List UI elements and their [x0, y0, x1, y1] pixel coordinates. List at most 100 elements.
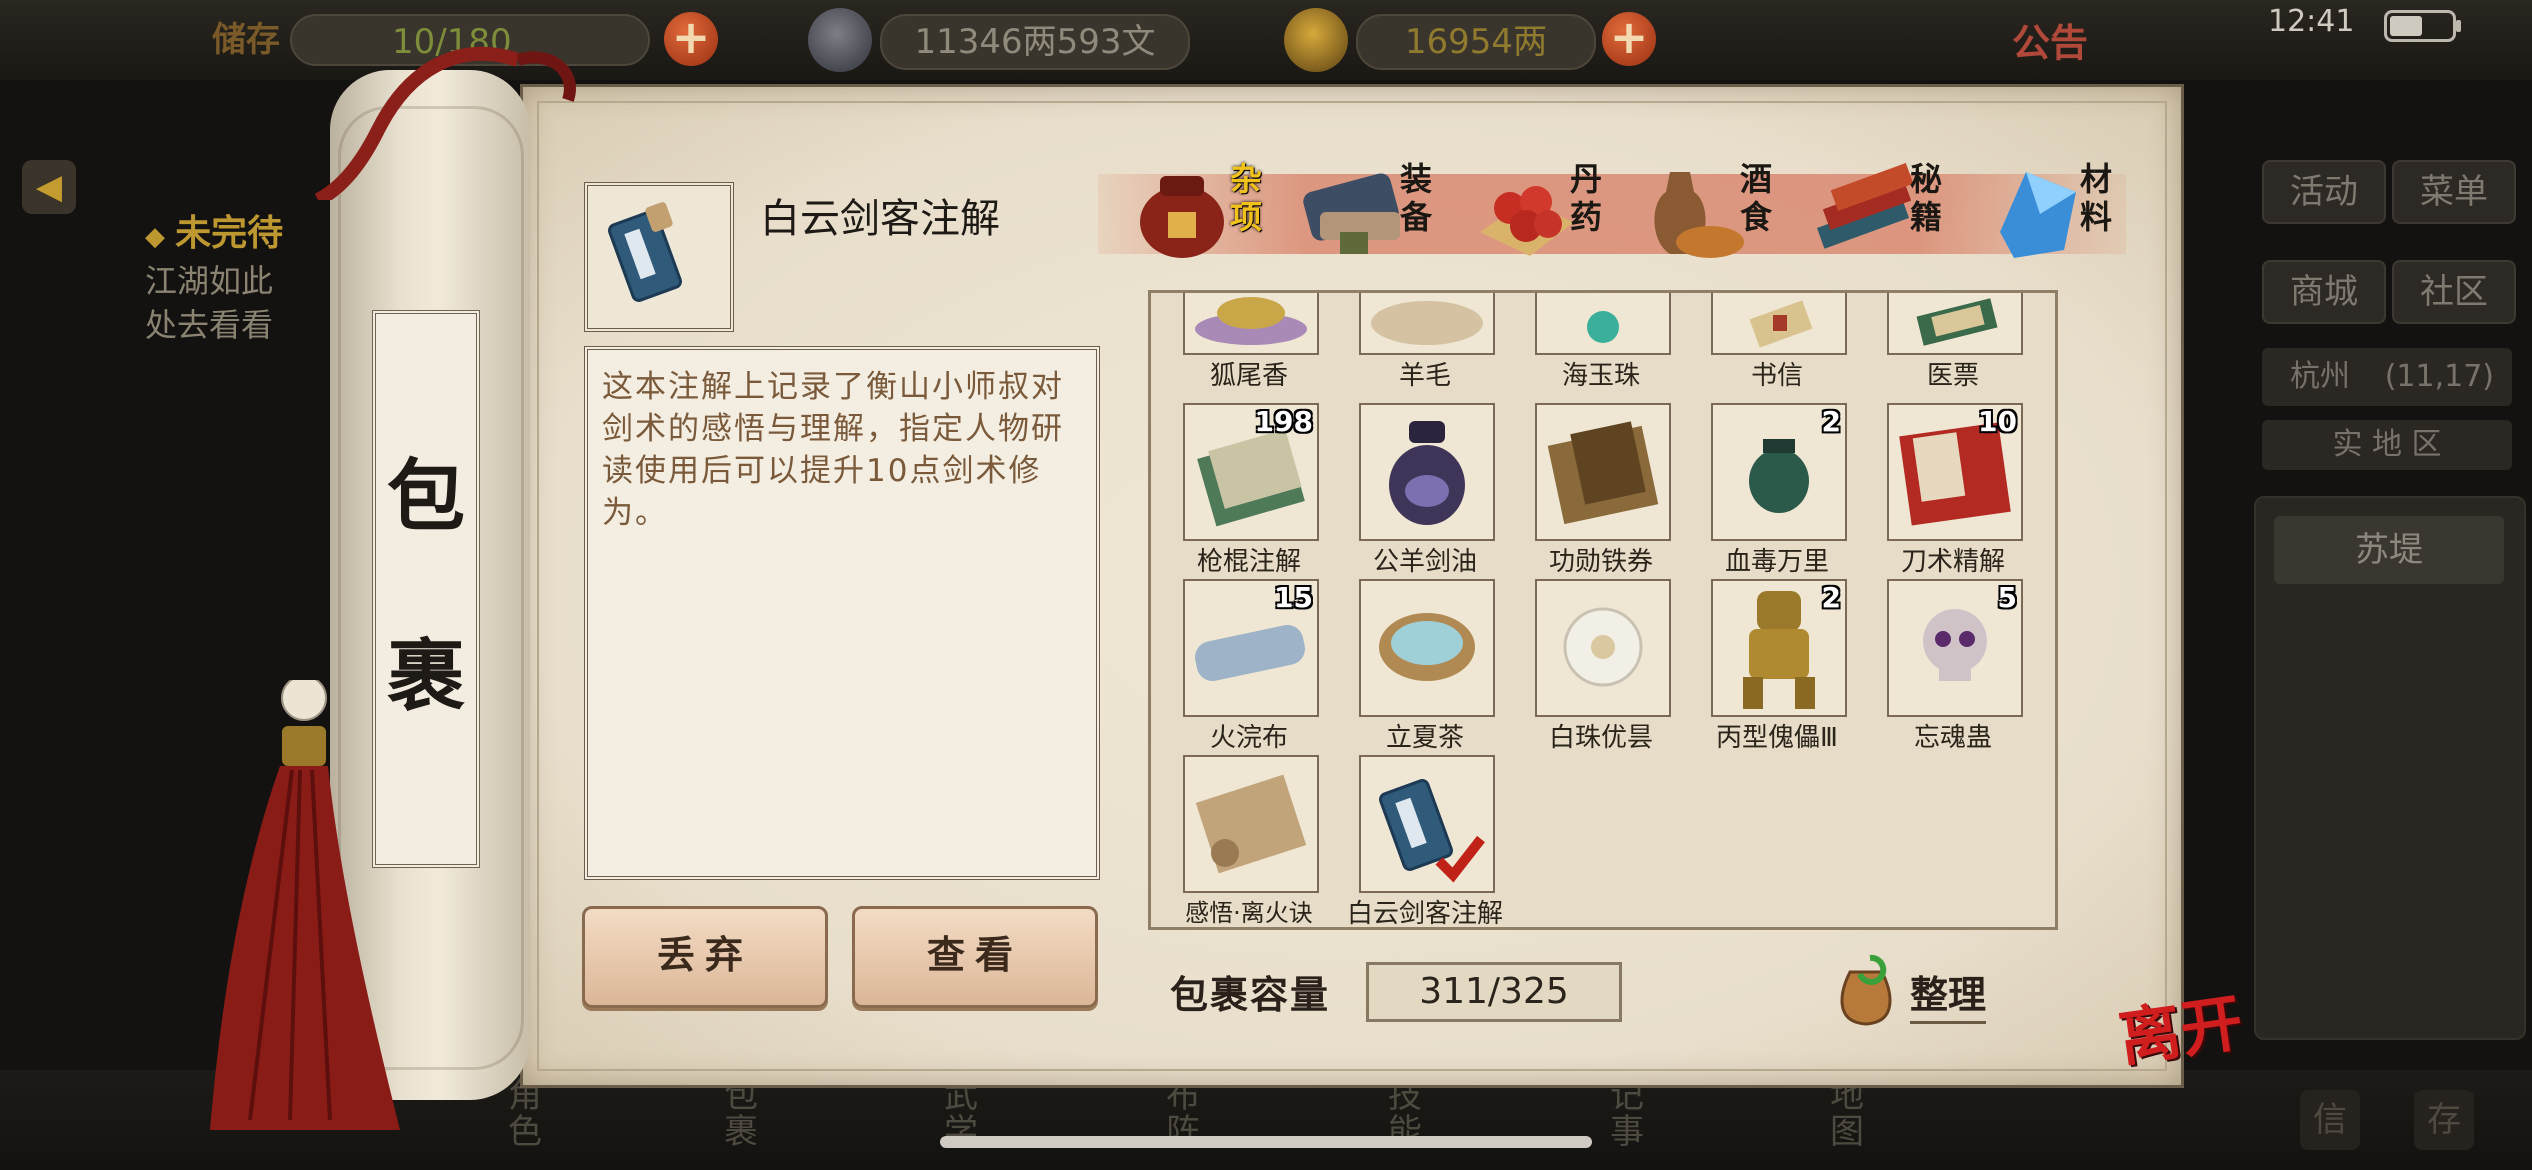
- location-sub-bar: 实 地 区: [2262, 420, 2512, 470]
- location-coords: (11,17): [2384, 359, 2494, 394]
- location-bar: 杭州 (11,17): [2262, 348, 2512, 406]
- quest-line-2: 处去看看: [145, 306, 274, 344]
- item-slot-fire-cloth[interactable]: 15: [1183, 579, 1319, 717]
- add-gold-button[interactable]: +: [1602, 12, 1656, 66]
- item-slot-spear-staff-notes[interactable]: 198: [1183, 403, 1319, 541]
- selected-item-name: 白云剑客注解: [760, 196, 1000, 242]
- place-panel: 苏堤: [2254, 496, 2526, 1040]
- sword-manual-icon: [608, 202, 682, 302]
- mail-button[interactable]: 信: [2300, 1090, 2360, 1150]
- crystal-icon: [2000, 172, 2076, 258]
- item-description-box: 这本注解上记录了衡山小师叔对剑术的感悟与理解，指定人物研读使用后可以提升10点剑…: [584, 346, 1100, 880]
- medical-ticket-icon: [1916, 298, 1998, 346]
- tab-manuals-label: 秘籍: [1909, 160, 1942, 236]
- item-label: 白云剑客注解: [1346, 899, 1503, 929]
- item-slot-blood-poison[interactable]: 2: [1711, 403, 1847, 541]
- tab-food[interactable]: 酒食: [1640, 158, 1810, 268]
- item-slot-white-pearl-udumbara[interactable]: [1535, 579, 1671, 717]
- item-label: 感悟·离火诀: [1185, 899, 1313, 927]
- letter-icon: [1749, 300, 1813, 348]
- tea-bowl-icon: [1379, 613, 1475, 681]
- scroll-icon: [1195, 774, 1307, 874]
- item-slot-blade-art[interactable]: 10: [1887, 403, 2023, 541]
- item-description: 这本注解上记录了衡山小师叔对剑术的感悟与理解，指定人物研读使用后可以提升10点剑…: [602, 369, 1064, 531]
- sort-button[interactable]: 整理: [1910, 964, 1987, 1024]
- item-slot-merit-iron-voucher[interactable]: [1535, 403, 1671, 541]
- item-qty: 10: [1978, 405, 2017, 438]
- tab-materials[interactable]: 材料: [1980, 158, 2150, 268]
- iron-voucher-icon: [1547, 421, 1659, 525]
- item-qty: 15: [1274, 581, 1313, 614]
- item-grid[interactable]: 狐尾香 羊毛 海玉珠 书信 医票 198 枪棍注解 公羊剑油 功勋铁券 2 血毒…: [1148, 290, 2058, 930]
- item-slot-sea-jade-pearl[interactable]: [1535, 293, 1671, 355]
- view-button[interactable]: 查看: [852, 906, 1098, 1008]
- tab-food-label: 酒食: [1739, 160, 1772, 236]
- tab-misc[interactable]: 杂项: [1130, 158, 1300, 268]
- wool-icon: [1371, 301, 1483, 345]
- collapse-left-arrow-icon[interactable]: ◀: [22, 160, 76, 214]
- menu-button[interactable]: 菜单: [2392, 160, 2516, 224]
- place-name[interactable]: 苏堤: [2274, 516, 2504, 584]
- community-button[interactable]: 社区: [2392, 260, 2516, 324]
- tab-materials-label: 材料: [2079, 160, 2112, 236]
- jade-pearl-icon: [1587, 311, 1619, 343]
- item-qty: 198: [1254, 405, 1313, 438]
- gold-counter: 16954两: [1356, 14, 1596, 70]
- tab-manuals[interactable]: 秘籍: [1810, 158, 1980, 268]
- item-slot-fox-tail-incense[interactable]: [1183, 293, 1319, 355]
- item-qty: 2: [1821, 581, 1841, 614]
- sword-oil-jar-icon: [1389, 421, 1465, 525]
- item-label: 枪棍注解: [1196, 547, 1301, 577]
- item-slot-ram-sword-oil[interactable]: [1359, 403, 1495, 541]
- title-char-1: 包: [386, 451, 465, 542]
- nav-role[interactable]: 角色: [508, 1078, 548, 1150]
- tab-pills-label: 丹药: [1569, 160, 1602, 236]
- capacity-label: 包裹容量: [1170, 972, 1331, 1017]
- item-slot-fire-insight[interactable]: [1183, 755, 1319, 893]
- equipment-bundle-icon: [1303, 173, 1400, 254]
- tab-pills[interactable]: 丹药: [1470, 158, 1640, 268]
- nav-map[interactable]: 地图: [1830, 1078, 1870, 1150]
- item-slot-letter[interactable]: [1711, 293, 1847, 355]
- activity-button[interactable]: 活动: [2262, 160, 2386, 224]
- wine-food-icon: [1654, 172, 1744, 258]
- location-city: 杭州: [2290, 359, 2350, 394]
- manual-books-icon: [1816, 162, 1914, 249]
- shop-button[interactable]: 商城: [2262, 260, 2386, 324]
- item-slot-medical-ticket[interactable]: [1887, 293, 2023, 355]
- item-label: 白珠优昙: [1548, 723, 1653, 753]
- add-storage-button[interactable]: +: [664, 12, 718, 66]
- home-indicator[interactable]: [940, 1136, 1592, 1148]
- item-label: 丙型傀儡Ⅲ: [1716, 723, 1838, 753]
- tab-equipment-label: 装备: [1399, 160, 1432, 236]
- capacity-value: 311/325: [1366, 962, 1622, 1022]
- quest-tracker[interactable]: ◆ 未完待 江湖如此 处去看看: [145, 212, 283, 347]
- white-flower-icon: [1563, 607, 1643, 687]
- leave-button[interactable]: 离开: [2112, 972, 2247, 1078]
- item-slot-puppet[interactable]: 2: [1711, 579, 1847, 717]
- item-label: 刀术精解: [1900, 547, 2005, 577]
- notice-button[interactable]: 公告: [2012, 12, 2088, 67]
- sword-manual-icon: [1379, 779, 1485, 883]
- tab-misc-label: 杂项: [1229, 160, 1262, 236]
- selected-item-slot: [584, 182, 734, 332]
- nav-bag[interactable]: 包裹: [724, 1078, 764, 1150]
- item-slot-wool[interactable]: [1359, 293, 1495, 355]
- item-qty: 5: [1997, 581, 2017, 614]
- silver-ingot-icon: [808, 8, 872, 72]
- item-slot-soul-gu[interactable]: 5: [1887, 579, 2023, 717]
- item-label: 血毒万里: [1724, 547, 1829, 577]
- tab-equipment[interactable]: 装备: [1300, 158, 1470, 268]
- item-slot-summer-tea[interactable]: [1359, 579, 1495, 717]
- silver-counter: 11346两593文: [880, 14, 1190, 70]
- item-label: 海玉珠: [1561, 361, 1640, 391]
- money-bag-icon[interactable]: [1830, 952, 1902, 1028]
- save-button[interactable]: 存: [2414, 1090, 2474, 1150]
- item-label: 书信: [1750, 361, 1803, 391]
- quest-line-1: 江湖如此: [145, 262, 274, 300]
- discard-button[interactable]: 丢弃: [582, 906, 828, 1008]
- item-slot-baiyun-notes[interactable]: [1359, 755, 1495, 893]
- gold-ingot-icon: [1284, 8, 1348, 72]
- nav-notes[interactable]: 记事: [1610, 1078, 1650, 1150]
- quest-title: 未完待: [175, 213, 284, 254]
